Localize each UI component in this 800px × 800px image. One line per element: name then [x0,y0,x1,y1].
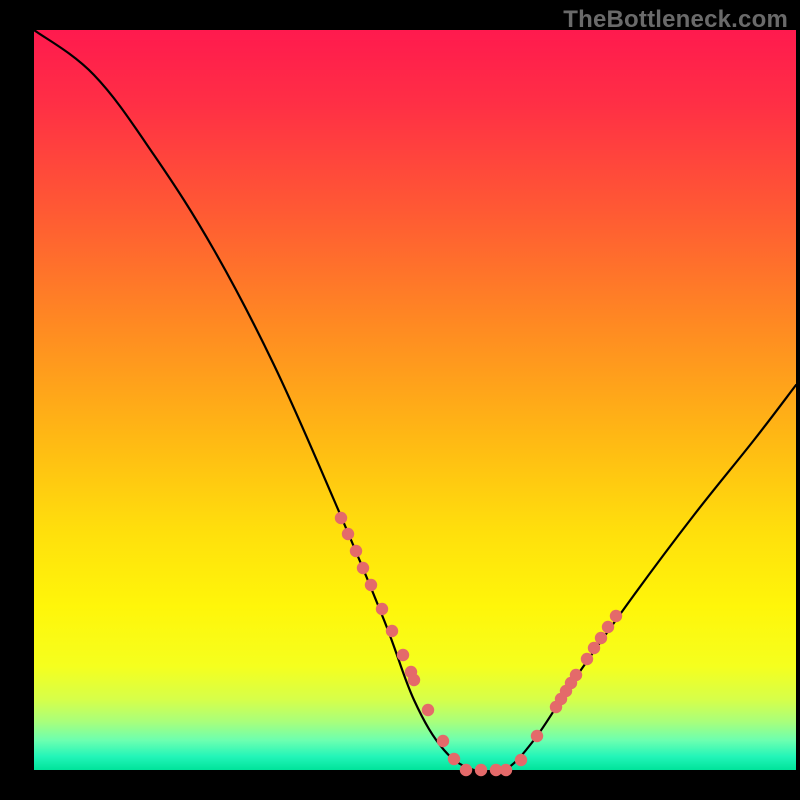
highlight-dot [397,649,409,661]
highlight-dot [448,753,460,765]
highlight-dot [460,764,472,776]
highlight-dot [376,603,388,615]
highlight-dot [335,512,347,524]
chart-frame: TheBottleneck.com [34,4,796,796]
highlight-dot [422,704,434,716]
highlight-dot [408,674,420,686]
highlight-dots [335,512,622,776]
highlight-dot [357,562,369,574]
chart-svg [34,30,796,770]
highlight-dot [500,764,512,776]
highlight-dot [386,625,398,637]
highlight-dot [610,610,622,622]
highlight-dot [588,642,600,654]
highlight-dot [570,669,582,681]
highlight-dot [342,528,354,540]
highlight-dot [350,545,362,557]
highlight-dot [581,653,593,665]
highlight-dot [515,754,527,766]
highlight-dot [365,579,377,591]
highlight-dot [602,621,614,633]
plot-area [34,30,796,770]
highlight-dot [437,735,449,747]
bottleneck-curve [34,30,796,773]
highlight-dot [475,764,487,776]
highlight-dot [595,632,607,644]
highlight-dot [531,730,543,742]
